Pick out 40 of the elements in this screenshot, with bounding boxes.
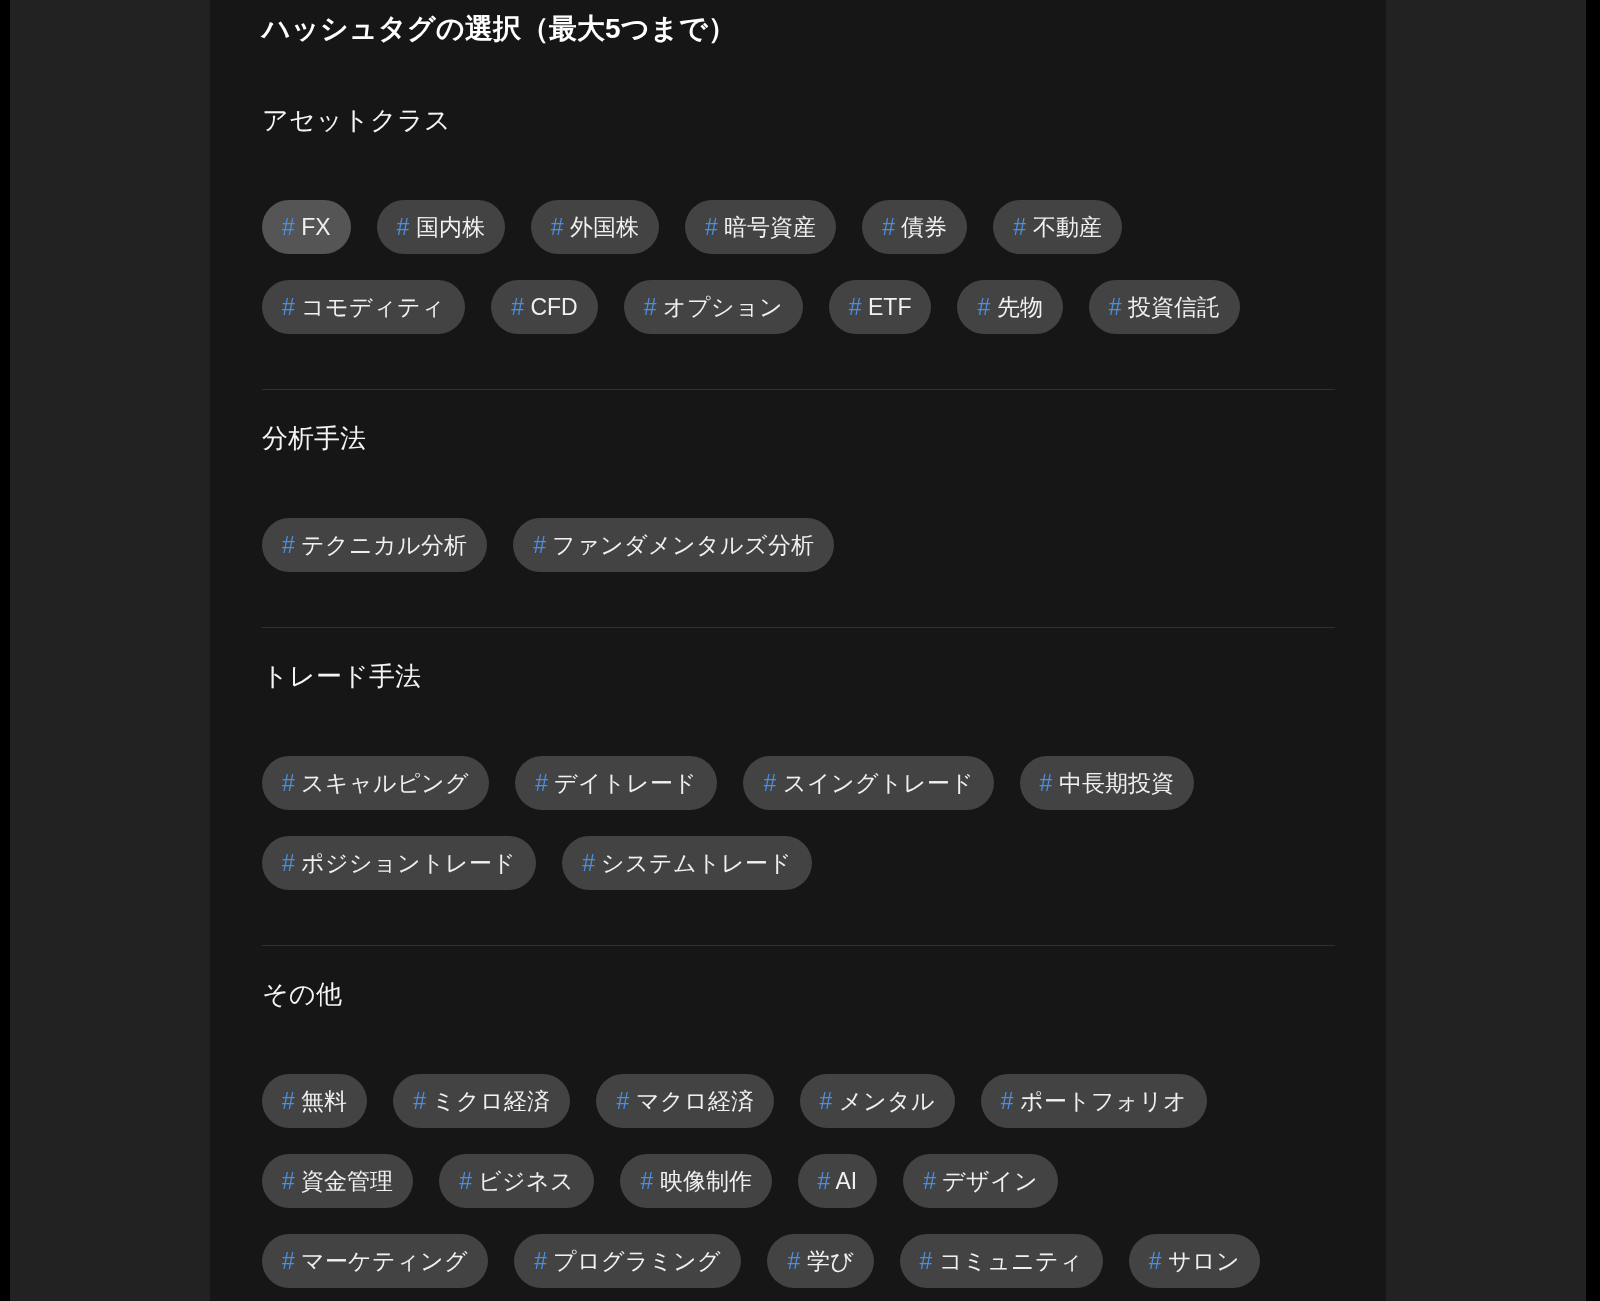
hashtag-chip[interactable]: # 債券 (862, 200, 968, 254)
hashtag-chip[interactable]: # デイトレード (515, 756, 718, 810)
hashtag-chip[interactable]: # 外国株 (530, 200, 659, 254)
hashtag-chip[interactable]: # 映像制作 (620, 1154, 772, 1208)
hashtag-chip[interactable]: # 学び (767, 1234, 874, 1288)
hashtag-chip[interactable]: # デザイン (903, 1154, 1059, 1208)
category-heading: 分析手法 (262, 422, 367, 455)
hashtag-chip[interactable]: # ETF (828, 280, 932, 334)
category-heading: アセットクラス (262, 104, 452, 137)
hashtag-chip[interactable]: # 先物 (957, 280, 1063, 334)
hashtag-chip[interactable]: # コミュニティ (899, 1234, 1103, 1288)
hashtag-chip[interactable]: # サロン (1128, 1234, 1260, 1288)
hashtag-chip[interactable]: # 国内株 (376, 200, 505, 254)
category-heading: その他 (262, 978, 343, 1011)
page-title: ハッシュタグの選択（最大5つまで） (262, 12, 737, 46)
hashtag-chip[interactable]: # CFD (491, 280, 598, 334)
hashtag-chip[interactable]: # ビジネス (439, 1154, 595, 1208)
hashtag-chip[interactable]: # 不動産 (993, 200, 1122, 254)
hashtag-chip[interactable]: # ミクロ経済 (393, 1074, 571, 1128)
hashtag-chip[interactable]: # スキャルピング (262, 756, 490, 810)
hashtag-chip[interactable]: # テクニカル分析 (262, 518, 488, 572)
hashtag-chip[interactable]: # マーケティング (262, 1234, 489, 1288)
hashtag-chip[interactable]: # プログラミング (514, 1234, 742, 1288)
hashtag-chip[interactable]: # 資金管理 (262, 1154, 414, 1208)
hashtag-chip[interactable]: # FX (262, 200, 351, 254)
hashtag-chip[interactable]: # 無料 (262, 1074, 368, 1128)
hashtag-chip[interactable]: # コモディティ (262, 280, 466, 334)
hashtag-chip[interactable]: # ファンダメンタルズ分析 (513, 518, 835, 572)
category-heading: トレード手法 (262, 660, 422, 693)
hashtag-chip[interactable]: # 投資信託 (1088, 280, 1240, 334)
hashtag-chip[interactable]: # システムトレード (562, 836, 813, 890)
hashtag-chip[interactable]: # メンタル (799, 1074, 955, 1128)
hashtag-chip[interactable]: # オプション (623, 280, 803, 334)
hashtag-chip[interactable]: # マクロ経済 (596, 1074, 774, 1128)
hashtag-chip[interactable]: # 暗号資産 (684, 200, 837, 254)
hashtag-chip[interactable]: # スイングトレード (743, 756, 994, 810)
hashtag-chip[interactable]: # AI (797, 1154, 878, 1208)
hashtag-chip[interactable]: # 中長期投資 (1019, 756, 1194, 810)
hashtag-chip[interactable]: # ポジショントレード (262, 836, 537, 890)
hashtag-chip[interactable]: # ポートフォリオ (980, 1074, 1207, 1128)
